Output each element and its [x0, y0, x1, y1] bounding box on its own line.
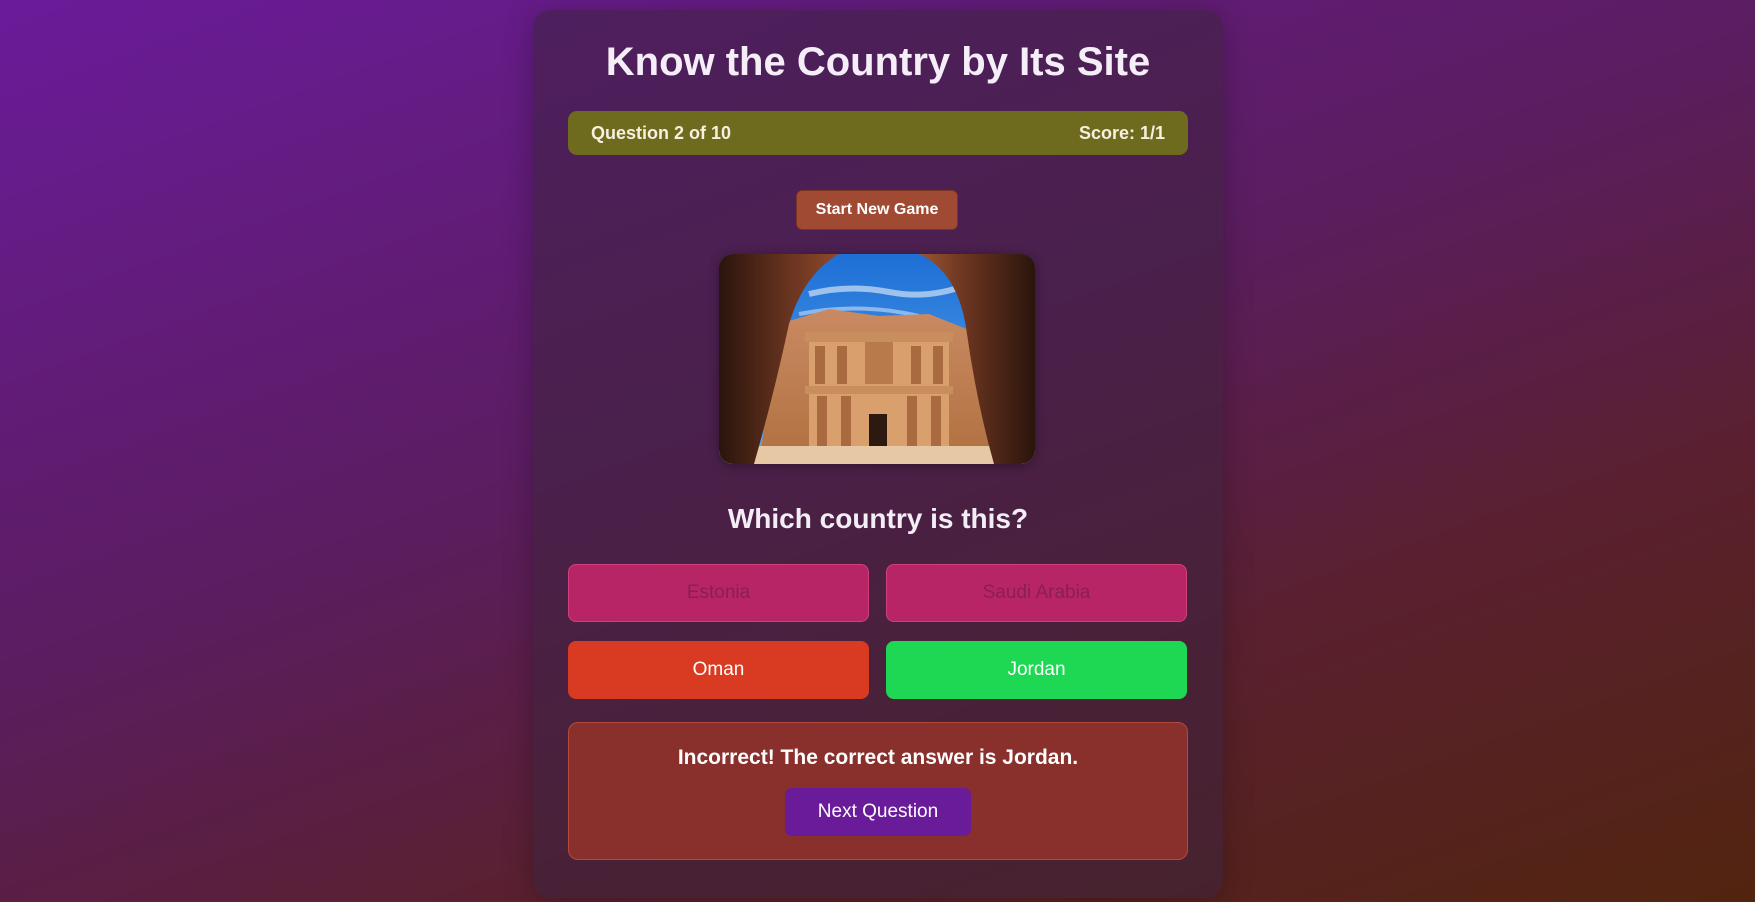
landmark-image	[719, 254, 1035, 464]
progress-bar: Question 2 of 10 Score: 1/1	[568, 111, 1188, 155]
next-question-button[interactable]: Next Question	[785, 788, 971, 836]
question-counter: Question 2 of 10	[591, 123, 732, 143]
score-display: Score: 1/1	[1078, 123, 1165, 143]
question-text: Which country is this?	[727, 503, 1029, 534]
page-title: Know the Country by Its Site	[605, 40, 1151, 84]
quiz-card: Know the Country by Its Site Question 2 …	[533, 10, 1223, 898]
answer-option-estonia[interactable]: Estonia	[568, 564, 869, 622]
answer-option-oman[interactable]: Oman	[568, 641, 869, 699]
answer-option-jordan[interactable]: Jordan	[886, 641, 1187, 699]
answer-option-saudi-arabia[interactable]: Saudi Arabia	[886, 564, 1187, 622]
start-new-game-button[interactable]: Start New Game	[796, 190, 958, 230]
feedback-message: Incorrect! The correct answer is Jordan.	[677, 746, 1079, 769]
feedback-panel: Incorrect! The correct answer is Jordan.…	[568, 722, 1188, 860]
